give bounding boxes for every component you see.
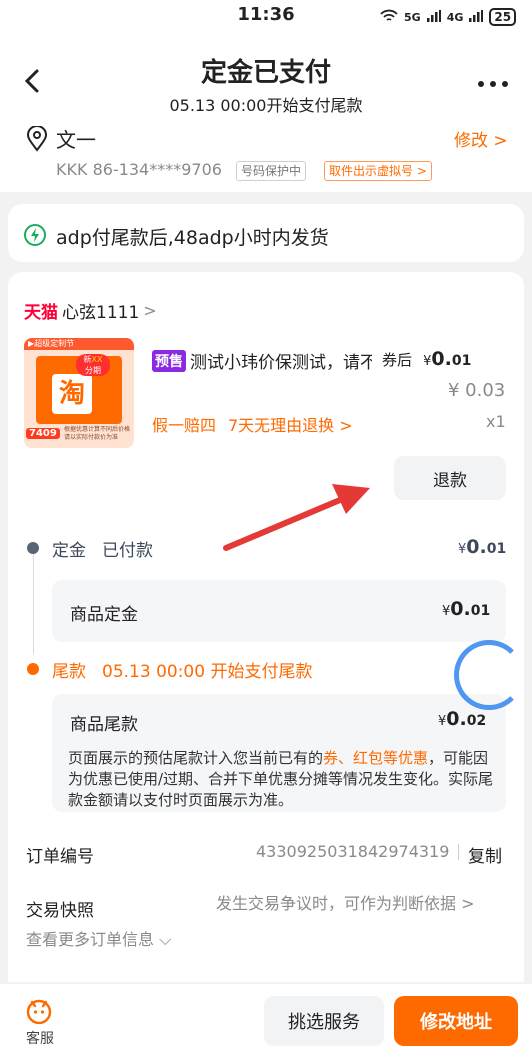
customer-service-icon — [26, 998, 52, 1028]
deposit-item-label: 商品定金 — [70, 605, 138, 625]
product-title-row[interactable]: 预售 测试小玮价保测试，请不 — [152, 348, 372, 373]
deposit-label: 定金 — [52, 541, 86, 561]
signal-bars-icon-2 — [469, 9, 484, 25]
modify-address-button[interactable]: 修改地址 — [394, 996, 518, 1046]
snapshot-label: 交易快照 — [26, 901, 94, 921]
presale-badge: 预售 — [152, 349, 186, 372]
timeline-line — [33, 554, 34, 654]
copy-divider — [458, 844, 459, 860]
bottom-bar: 客服 挑选服务 修改地址 — [0, 984, 532, 1061]
promise-seven-day-return[interactable]: 7天无理由退换 > — [228, 412, 353, 436]
order-number-label: 订单编号 — [26, 847, 94, 867]
deposit-item-int: 0. — [450, 598, 471, 620]
product-price: 券后 ¥0.01 — [382, 348, 471, 370]
signal-5g-label: 5G — [404, 10, 421, 24]
edit-address-link[interactable]: 修改 > — [454, 126, 508, 151]
thumb-note-1: 根据优惠计算不同后价格 — [64, 426, 131, 433]
order-detail-card: 天猫 心弦1111 > ▶超级定制节 淘 新XX 分期 7409 根据优惠计算不同… — [8, 272, 524, 982]
balance-label: 尾款 — [52, 662, 86, 682]
price-dec: 01 — [451, 353, 472, 369]
deposit-item-amount: ¥0.01 — [442, 598, 490, 620]
shipping-notice-card: adp付尾款后,48adp小时内发货 — [8, 204, 524, 262]
customer-service-label: 客服 — [26, 1031, 54, 1047]
customer-service-button[interactable]: 客服 — [20, 994, 60, 1050]
thumb-note-2: 请以实际付款价为准 — [64, 434, 119, 441]
more-menu-button[interactable] — [476, 76, 510, 90]
deposit-dot-icon — [27, 542, 39, 554]
more-order-info-link[interactable]: 查看更多订单信息 ⌵ — [26, 926, 171, 950]
copy-button[interactable]: 复制 — [468, 842, 502, 867]
shipping-notice-text: adp付尾款后,48adp小时内发货 — [56, 227, 329, 249]
shop-name: 心弦1111 — [62, 303, 140, 323]
price-prefix: 券后 — [382, 351, 413, 369]
page-title: 定金已支付 — [200, 58, 331, 88]
balance-int: 0. — [446, 708, 467, 730]
nav-header: 定金已支付 05.13 00:00开始支付尾款 — [0, 36, 532, 120]
status-bar: 11:36 5G 4G 25 — [0, 0, 532, 36]
balance-dot-icon — [27, 663, 39, 675]
balance-note: 页面展示的预估尾款计入您当前已有的券、红包等优惠，可能因为优惠已使用/过期、合并… — [68, 748, 494, 811]
thumb-badge-c: 分期 — [85, 366, 101, 375]
taobao-logo: 淘 — [52, 374, 92, 414]
location-pin-icon — [26, 125, 48, 156]
thumb-note: 根据优惠计算不同后价格 请以实际付款价为准 — [64, 426, 132, 442]
product-thumbnail[interactable]: ▶超级定制节 淘 新XX 分期 7409 根据优惠计算不同后价格 请以实际付款价为准 — [24, 338, 134, 448]
balance-time: 05.13 00:00 开始支付尾款 — [102, 662, 313, 682]
order-page: 11:36 5G 4G 25 定金已支付 05.13 00:00开始支付尾款 文… — [0, 0, 532, 1061]
tmall-logo: 天猫 — [24, 303, 58, 323]
refund-button[interactable]: 退款 — [394, 456, 506, 500]
deposit-item-dec: 01 — [470, 603, 491, 619]
order-number: 4330925031842974319 — [256, 842, 450, 861]
thumb-top-banner: ▶超级定制节 — [24, 338, 134, 350]
wifi-icon — [380, 9, 398, 26]
product-quantity: x1 — [486, 412, 506, 431]
deposit-detail-box: 商品定金 ¥0.01 — [52, 580, 506, 642]
address-section: 文一 修改 > KKK 86-134****9706 号码保护中 取件出示虚拟号… — [0, 120, 532, 192]
thumb-badge-b: XX — [91, 355, 103, 364]
deposit-dec: 01 — [486, 541, 507, 557]
more-dots-icon — [478, 81, 508, 87]
deposit-amount: ¥0.01 — [458, 536, 506, 558]
balance-item-label: 商品尾款 — [70, 715, 138, 735]
balance-note-highlight: 券、红包等优惠 — [323, 749, 429, 767]
lightning-icon — [24, 224, 46, 250]
floating-loading-ring-icon[interactable] — [454, 640, 524, 710]
status-icons: 5G 4G 25 — [380, 8, 517, 26]
signal-4g-label: 4G — [446, 10, 464, 24]
privacy-tag: 号码保护中 — [236, 160, 307, 181]
recipient-name: 文一 — [56, 128, 96, 152]
signal-bars-icon — [426, 9, 441, 25]
virtual-number-tag[interactable]: 取件出示虚拟号 > — [324, 160, 432, 181]
virtual-number-label: 取件出示虚拟号 > — [324, 161, 432, 181]
thumb-price: 7409 — [26, 428, 60, 439]
select-service-button[interactable]: 挑选服务 — [264, 996, 384, 1046]
page-subtitle: 05.13 00:00开始支付尾款 — [169, 96, 363, 115]
shop-row[interactable]: 天猫 心弦1111 > — [24, 298, 157, 323]
battery-icon: 25 — [489, 8, 517, 26]
balance-dec: 02 — [466, 713, 487, 729]
deposit-int: 0. — [466, 536, 487, 558]
balance-item-amount: ¥0.02 — [438, 708, 486, 730]
snapshot-link[interactable]: 发生交易争议时，可作为判断依据 > — [216, 890, 475, 914]
privacy-tag-label: 号码保护中 — [236, 161, 307, 181]
recipient-phone: KKK 86-134****9706 — [56, 160, 222, 179]
balance-note-pre: 页面展示的预估尾款计入您当前已有的 — [68, 749, 324, 767]
thumb-badge-a: 新 — [83, 355, 92, 364]
promise-fake-compensation[interactable]: 假一赔四 — [152, 412, 216, 436]
deposit-status: 已付款 — [102, 541, 153, 561]
shop-chevron-icon: > — [143, 301, 157, 320]
thumb-badge: 新XX 分期 — [76, 354, 110, 376]
price-int: 0. — [431, 348, 452, 370]
product-title: 测试小玮价保测试，请不 — [190, 353, 372, 373]
original-price: ¥ 0.03 — [448, 380, 506, 401]
balance-detail-box: 商品尾款 ¥0.02 页面展示的预估尾款计入您当前已有的券、红包等优惠，可能因为… — [52, 694, 506, 812]
